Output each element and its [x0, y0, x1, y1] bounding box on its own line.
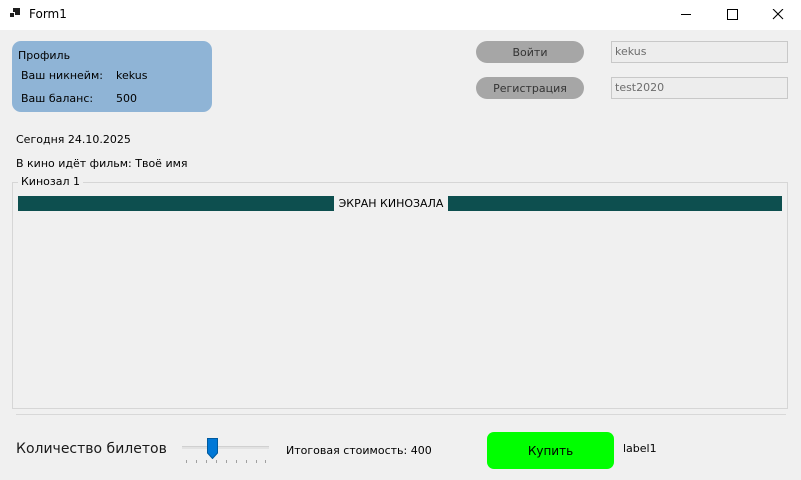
date-label: Сегодня 24.10.2025 [16, 133, 131, 146]
tickets-slider[interactable] [180, 438, 272, 466]
slider-tick [246, 460, 247, 463]
screen-label: ЭКРАН КИНОЗАЛА [334, 196, 448, 211]
footer-divider [16, 414, 786, 415]
nickname-label: Ваш никнейм: [21, 69, 103, 82]
balance-value: 500 [116, 92, 137, 105]
login-button[interactable]: Войти [476, 41, 584, 63]
profile-heading: Профиль [18, 49, 71, 62]
slider-tick [265, 460, 266, 463]
slider-tick [256, 460, 257, 463]
screen-bar-right [448, 196, 782, 211]
title-bar[interactable]: Form1 [0, 0, 801, 30]
balance-label: Ваш баланс: [21, 92, 94, 105]
close-button[interactable] [755, 0, 801, 30]
slider-tick [216, 460, 217, 463]
nickname-value: kekus [116, 69, 148, 82]
slider-thumb[interactable] [207, 438, 218, 459]
app-form-icon [9, 8, 21, 20]
close-icon [772, 9, 784, 20]
screen-bar-left [18, 196, 334, 211]
password-field[interactable]: test2020 [611, 77, 788, 99]
tickets-count-label: Количество билетов [16, 441, 167, 457]
slider-tick [226, 460, 227, 463]
slider-tick [186, 460, 187, 463]
cinema-hall-title: Кинозал 1 [18, 175, 83, 188]
slider-tick [206, 460, 207, 463]
minimize-icon [681, 14, 691, 15]
window-title: Form1 [29, 7, 67, 21]
maximize-button[interactable] [709, 0, 755, 30]
minimize-button[interactable] [663, 0, 709, 30]
buy-button[interactable]: Купить [487, 432, 614, 469]
slider-tick [236, 460, 237, 463]
movie-label: В кино идёт фильм: Твоё имя [16, 157, 188, 170]
register-button[interactable]: Регистрация [476, 77, 584, 99]
maximize-icon [727, 9, 738, 20]
profile-panel: Профиль Ваш никнейм: kekus Ваш баланс: 5… [12, 41, 212, 112]
status-label: label1 [623, 442, 657, 455]
slider-track [182, 446, 269, 449]
login-field[interactable]: kekus [611, 41, 788, 63]
cinema-hall-group [12, 182, 788, 409]
slider-tick [196, 460, 197, 463]
total-cost-label: Итоговая стоимость: 400 [286, 444, 432, 457]
